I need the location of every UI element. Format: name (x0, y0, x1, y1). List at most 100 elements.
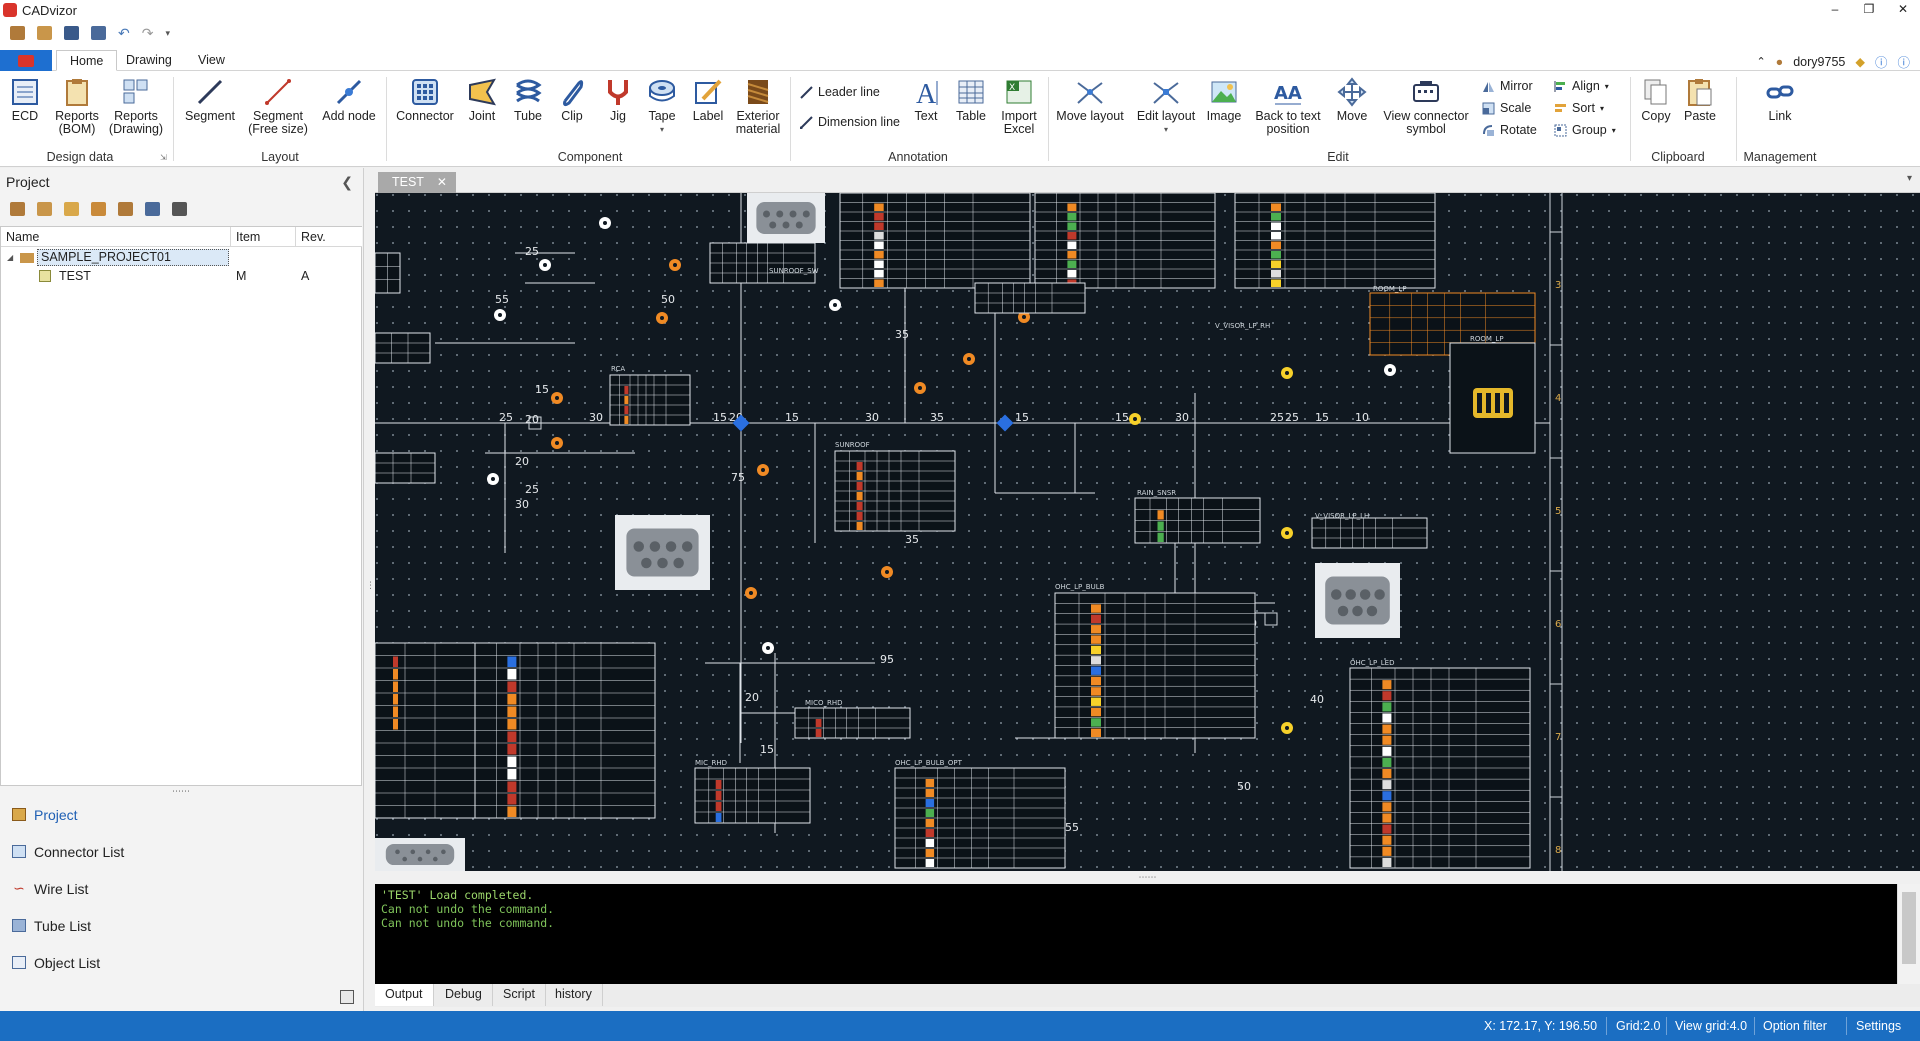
close-tab-icon[interactable]: ✕ (437, 172, 447, 193)
nav-tube-list[interactable]: Tube List (0, 907, 362, 944)
vertical-splitter[interactable]: ⋮ (366, 580, 375, 591)
minimize-icon[interactable]: – (1818, 0, 1852, 20)
edit-layout-button[interactable]: Edit layout ▾ (1132, 77, 1200, 136)
group-dropdown-icon[interactable]: ▾ (1612, 126, 1616, 135)
ecd-button[interactable]: ECD (6, 77, 44, 123)
exterior-material-button[interactable]: Exterior material (732, 77, 784, 136)
image-button[interactable]: Image (1204, 77, 1244, 123)
move-button[interactable]: Move (1330, 77, 1374, 123)
grid-size[interactable]: Grid:2.0 (1616, 1019, 1660, 1033)
table-row[interactable]: TEST M A (1, 267, 363, 286)
panel-splitter[interactable]: ⋯⋯ (0, 786, 362, 796)
view-grid[interactable]: View grid:4.0 (1675, 1019, 1747, 1033)
dimension-line-button[interactable]: Dimension line (800, 115, 900, 129)
table-row[interactable]: ◢ SAMPLE_PROJECT01 (1, 248, 363, 267)
expand-icon[interactable]: ◢ (7, 248, 13, 267)
col-rev[interactable]: Rev. (296, 227, 362, 247)
leader-line-button[interactable]: Leader line (800, 85, 880, 99)
panel-options-icon[interactable] (340, 990, 354, 1004)
tape-button[interactable]: Tape ▾ (642, 77, 682, 136)
dialog-launcher-icon[interactable]: ⇲ (160, 153, 167, 162)
key-icon[interactable]: ◆ (1855, 54, 1865, 69)
edit-layout-dropdown-icon[interactable]: ▾ (1132, 123, 1200, 136)
link-button[interactable]: Link (1758, 77, 1802, 123)
sort-button[interactable]: Sort ▾ (1554, 101, 1604, 115)
import-excel-button[interactable]: X Import Excel (996, 77, 1042, 136)
help-icon[interactable]: ⓘ (1897, 52, 1910, 71)
tab-menu-icon[interactable]: ▾ (1907, 173, 1912, 184)
import-icon[interactable] (91, 202, 106, 216)
label-button[interactable]: Label (688, 77, 728, 123)
settings-link[interactable]: Settings (1856, 1019, 1901, 1033)
text-button[interactable]: A Text (908, 77, 944, 123)
harness-drawing[interactable]: 3 4 5 6 7 8 25 30 30 20 55 50 25 35 15 15 20 30 25 15 20 15 30… (375, 193, 1920, 871)
nav-project[interactable]: Project (0, 796, 362, 833)
rotate-button[interactable]: Rotate (1482, 123, 1537, 137)
customize-qat-icon[interactable]: ▾ (165, 28, 170, 39)
undo-icon[interactable]: ↶ (118, 25, 130, 42)
scale-button[interactable]: Scale (1482, 101, 1531, 115)
restore-icon[interactable]: ❐ (1852, 0, 1886, 20)
collapse-panel-icon[interactable]: ❮ (341, 174, 353, 191)
back-to-text-position-button[interactable]: AA Back to text position (1250, 77, 1326, 136)
jig-button[interactable]: Jig (598, 77, 638, 123)
wire-color-swatch (393, 719, 398, 730)
redo-icon[interactable]: ↷ (142, 25, 154, 42)
align-button[interactable]: Align ▾ (1554, 79, 1609, 93)
add-item-icon[interactable] (64, 202, 79, 216)
component-label: ROOM_LP (1373, 285, 1407, 293)
move-layout-button[interactable]: Move layout (1054, 77, 1126, 123)
tab-home[interactable]: Home (56, 50, 118, 71)
drawing-canvas[interactable]: 3 4 5 6 7 8 25 30 30 20 55 50 25 35 15 15 20 30 25 15 20 15 30… (375, 193, 1920, 871)
info-icon[interactable]: ⓘ (1875, 52, 1888, 71)
save-all-icon[interactable] (91, 26, 106, 40)
new-folder-icon[interactable] (10, 202, 25, 216)
wire-color-swatch (393, 681, 398, 692)
mirror-button[interactable]: Mirror (1482, 79, 1533, 93)
nav-object-list[interactable]: Object List (0, 944, 362, 981)
user-name[interactable]: dory9755 (1793, 55, 1845, 69)
tab-drawing[interactable]: Drawing (113, 50, 185, 71)
nav-connector-list[interactable]: Connector List (0, 833, 362, 870)
copy-button[interactable]: Copy (1636, 77, 1676, 123)
paste-button[interactable]: Paste (1680, 77, 1720, 123)
col-name[interactable]: Name (1, 227, 231, 247)
tape-dropdown-icon[interactable]: ▾ (642, 123, 682, 136)
option-filter[interactable]: Option filter (1763, 1019, 1827, 1033)
collapse-ribbon-icon[interactable]: ⌃ (1756, 55, 1765, 68)
save-icon[interactable] (64, 26, 79, 40)
refresh-icon[interactable] (145, 202, 160, 216)
add-node-button[interactable]: Add node (318, 77, 380, 123)
document-tab-test[interactable]: TEST ✕ (378, 172, 456, 193)
close-icon[interactable]: ✕ (1886, 0, 1920, 20)
joint-button[interactable]: Joint (462, 77, 502, 123)
file-menu-button[interactable] (0, 50, 52, 71)
tube-button[interactable]: Tube (508, 77, 548, 123)
reports-drawing-button[interactable]: Reports (Drawing) (106, 77, 166, 136)
connector-button[interactable]: Connector (394, 77, 456, 123)
segment-free-size-button[interactable]: Segment (Free size) (244, 77, 312, 136)
tab-history[interactable]: history (545, 984, 603, 1006)
nav-wire-list[interactable]: ∽ Wire List (0, 870, 362, 907)
new-project-icon[interactable] (10, 26, 25, 40)
sort-dropdown-icon[interactable]: ▾ (1600, 104, 1604, 113)
tab-view[interactable]: View (185, 50, 238, 71)
table-button[interactable]: Table (950, 77, 992, 123)
reports-bom-button[interactable]: Reports (BOM) (52, 77, 102, 136)
tab-debug[interactable]: Debug (435, 984, 493, 1006)
col-item[interactable]: Item (231, 227, 296, 247)
segment-button[interactable]: Segment (182, 77, 238, 123)
scrollbar-thumb[interactable] (1902, 892, 1916, 964)
clip-button[interactable]: Clip (552, 77, 592, 123)
tab-script[interactable]: Script (493, 984, 546, 1006)
print-icon[interactable] (172, 202, 187, 216)
open-project-icon[interactable] (37, 26, 52, 40)
tab-output[interactable]: Output (375, 984, 434, 1006)
view-connector-symbol-button[interactable]: View connector symbol (1378, 77, 1474, 136)
align-dropdown-icon[interactable]: ▾ (1605, 82, 1609, 91)
output-scrollbar[interactable] (1897, 884, 1920, 984)
export-icon[interactable] (118, 202, 133, 216)
group-button[interactable]: Group ▾ (1554, 123, 1616, 137)
output-splitter[interactable]: ⋯⋯ (375, 871, 1920, 883)
open-folder-icon[interactable] (37, 202, 52, 216)
